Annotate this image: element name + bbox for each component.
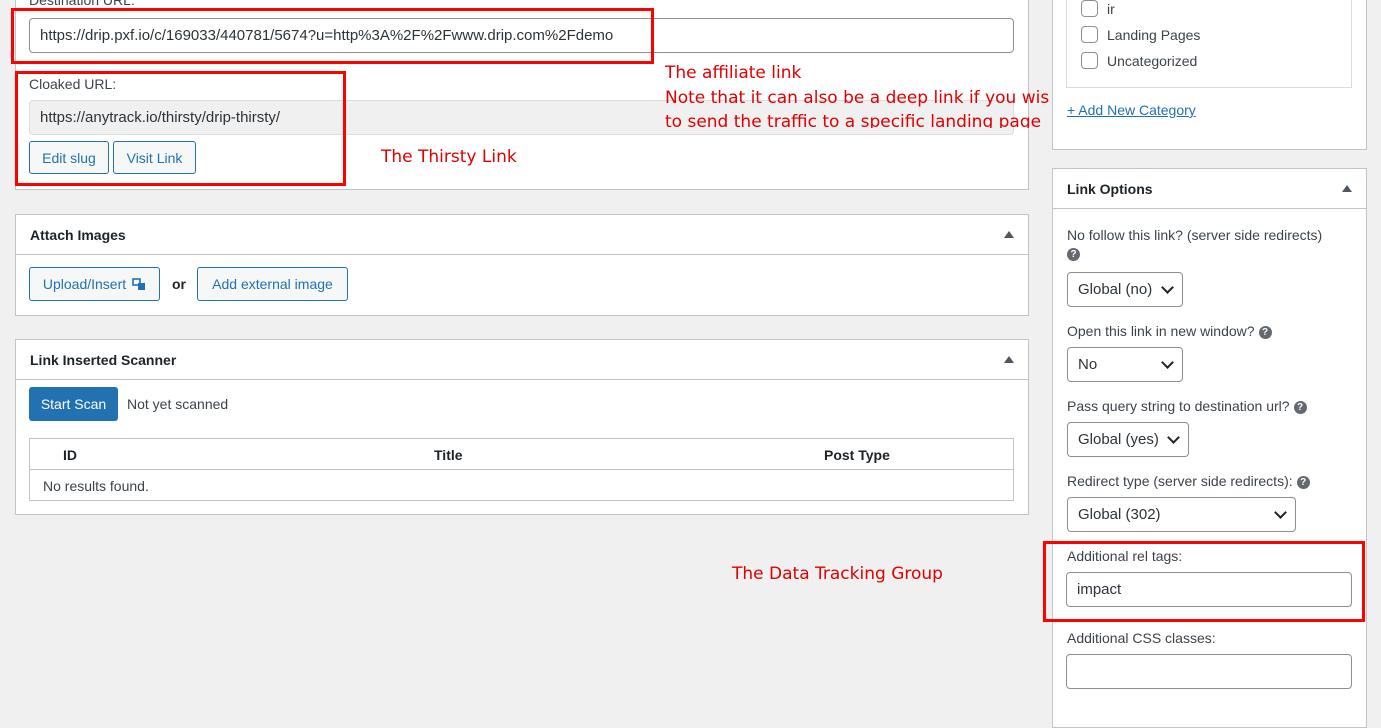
thirsty-link-note: The Thirsty Link [381, 147, 517, 167]
chevron-down-icon [1274, 505, 1287, 519]
redirect-type-label: Redirect type (server side redirects):? [1067, 473, 1310, 489]
new-window-label: Open this link in new window?? [1067, 323, 1272, 339]
table-header-row: ID Title Post Type [30, 439, 1013, 470]
or-separator: or [172, 276, 186, 292]
new-window-label-text: Open this link in new window? [1067, 323, 1255, 339]
affiliate-link-note-line2-text: to send the traffic to a specific landin… [665, 112, 1042, 128]
category-label-ir: ir [1107, 1, 1115, 17]
attach-images-box: Attach Images [15, 214, 1029, 316]
css-classes-label: Additional CSS classes: [1067, 630, 1216, 646]
rel-tags-highlight [1043, 541, 1365, 622]
chevron-down-icon [1161, 280, 1174, 294]
column-post-type[interactable]: Post Type [824, 447, 890, 463]
destination-url-highlight [11, 8, 654, 64]
category-checkbox-landing-pages[interactable] [1081, 26, 1098, 43]
upload-insert-label: Upload/Insert [42, 276, 127, 292]
category-checkbox-uncategorized[interactable] [1081, 52, 1098, 69]
redirect-type-label-text: Redirect type (server side redirects): [1067, 473, 1293, 489]
category-label-uncategorized: Uncategorized [1107, 53, 1198, 69]
upload-insert-button[interactable]: Upload/Insert [29, 267, 160, 301]
help-icon[interactable]: ? [1293, 400, 1307, 414]
add-external-image-button[interactable]: Add external image [197, 267, 348, 301]
pass-query-label-text: Pass query string to destination url? [1067, 398, 1290, 414]
scanner-title: Link Inserted Scanner [30, 351, 177, 368]
help-icon[interactable]: ? [1258, 325, 1272, 339]
nofollow-label-text: No follow this link? (server side redire… [1067, 227, 1323, 243]
chevron-down-icon [1167, 430, 1180, 444]
start-scan-button[interactable]: Start Scan [29, 387, 118, 421]
redirect-type-select-value: Global (302) [1078, 506, 1161, 523]
affiliate-link-note-line2: to send the traffic to a specific landin… [665, 112, 1041, 128]
chevron-down-icon [1161, 355, 1174, 369]
add-new-category-link[interactable]: + Add New Category [1067, 102, 1196, 118]
collapse-up-icon[interactable] [1342, 185, 1352, 192]
affiliate-link-note-title: The affiliate link [665, 63, 802, 83]
destination-url-label: Destination URL: [29, 0, 135, 8]
column-id[interactable]: ID [63, 447, 77, 463]
collapse-up-icon[interactable] [1004, 231, 1014, 238]
media-icon [132, 277, 146, 290]
cloaked-url-highlight [15, 71, 346, 186]
column-title[interactable]: Title [434, 447, 463, 463]
nofollow-select-value: Global (no) [1078, 281, 1153, 298]
data-tracking-note: The Data Tracking Group [732, 564, 943, 584]
results-table: ID Title Post Type No results found. [29, 438, 1014, 501]
pass-query-select[interactable]: Global (yes) [1067, 422, 1189, 457]
pass-query-select-value: Global (yes) [1078, 431, 1159, 448]
help-icon[interactable]: ? [1067, 247, 1080, 261]
category-label-landing-pages: Landing Pages [1107, 27, 1201, 43]
nofollow-label: No follow this link? (server side redire… [1067, 227, 1357, 261]
collapse-up-icon[interactable] [1004, 356, 1014, 363]
scan-status: Not yet scanned [127, 396, 229, 412]
link-options-title: Link Options [1067, 180, 1153, 197]
new-window-select[interactable]: No [1067, 347, 1183, 382]
new-window-select-value: No [1078, 356, 1098, 373]
css-classes-input[interactable] [1066, 654, 1352, 689]
attach-images-title: Attach Images [30, 226, 126, 243]
redirect-type-select[interactable]: Global (302) [1067, 497, 1296, 532]
link-options-header[interactable]: Link Options [1053, 169, 1366, 209]
scanner-header[interactable]: Link Inserted Scanner [16, 340, 1028, 380]
nofollow-select[interactable]: Global (no) [1067, 272, 1183, 307]
attach-images-header[interactable]: Attach Images [16, 215, 1028, 255]
category-checkbox-ir[interactable] [1081, 0, 1098, 17]
no-results-row: No results found. [43, 478, 149, 494]
affiliate-link-note-line1: Note that it can also be a deep link if … [665, 88, 1050, 108]
help-icon[interactable]: ? [1296, 475, 1310, 489]
pass-query-label: Pass query string to destination url?? [1067, 398, 1307, 414]
